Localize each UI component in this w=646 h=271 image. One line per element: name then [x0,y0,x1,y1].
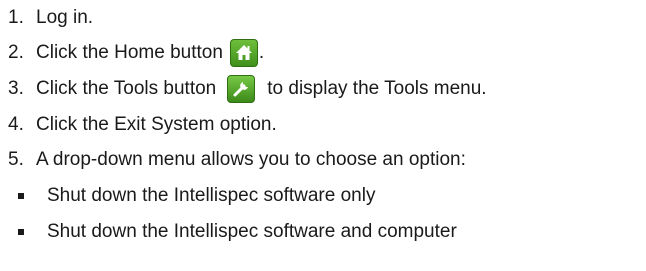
home-icon [229,39,258,67]
bullet-icon [18,193,24,199]
step-text-after: . [258,42,265,63]
instructions-document: 1. Log in. 2. Click the Home button . 3.… [0,0,646,271]
step-text: Click the Home button . [36,39,264,67]
step-text-after: to display the Tools menu. [267,78,487,99]
step-2: 2. Click the Home button . [0,36,264,70]
step-text: A drop-down menu allows you to choose an… [36,149,466,170]
option-text: Shut down the Intellispec software and c… [47,221,457,242]
step-number: 4. [8,114,24,135]
step-number: 1. [8,7,24,28]
option-item: Shut down the Intellispec software and c… [0,216,457,248]
step-1: 1. Log in. [0,1,93,35]
step-text-before: Click the Tools button [36,78,217,99]
step-number: 3. [8,78,24,99]
step-number: 2. [8,42,24,63]
step-text-before: Click the Home button [36,42,223,63]
option-text: Shut down the Intellispec software only [47,185,376,206]
step-text: Click the Tools button to display the To… [36,75,487,103]
bullet-icon [18,229,24,235]
step-3: 3. Click the Tools button to display the… [0,72,487,106]
step-text: Click the Exit System option. [36,114,277,135]
option-item: Shut down the Intellispec software only [0,180,375,212]
step-text: Log in. [36,7,94,28]
step-number: 5. [8,149,24,170]
wrench-icon [227,75,256,103]
step-5: 5. A drop-down menu allows you to choose… [0,143,466,177]
step-4: 4. Click the Exit System option. [0,108,277,142]
